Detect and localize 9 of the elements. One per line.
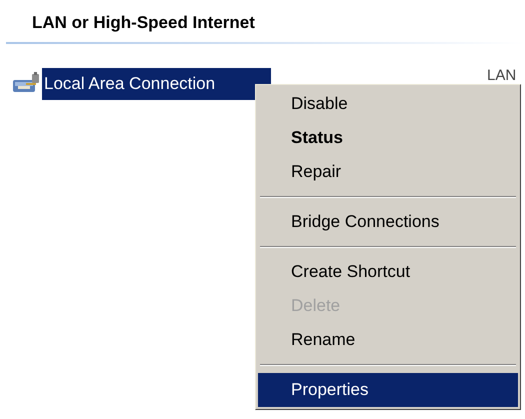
connection-type: LAN bbox=[487, 68, 516, 83]
menu-item[interactable]: Repair bbox=[258, 155, 518, 189]
menu-item[interactable]: Create Shortcut bbox=[258, 255, 518, 289]
menu-item[interactable]: Status bbox=[258, 121, 518, 155]
connection-name[interactable]: Local Area Connection bbox=[42, 68, 271, 100]
group-heading: LAN or High-Speed Internet bbox=[32, 13, 255, 32]
menu-item[interactable]: Properties bbox=[258, 373, 518, 407]
menu-item[interactable]: Rename bbox=[258, 323, 518, 357]
menu-item[interactable]: Bridge Connections bbox=[258, 205, 518, 239]
